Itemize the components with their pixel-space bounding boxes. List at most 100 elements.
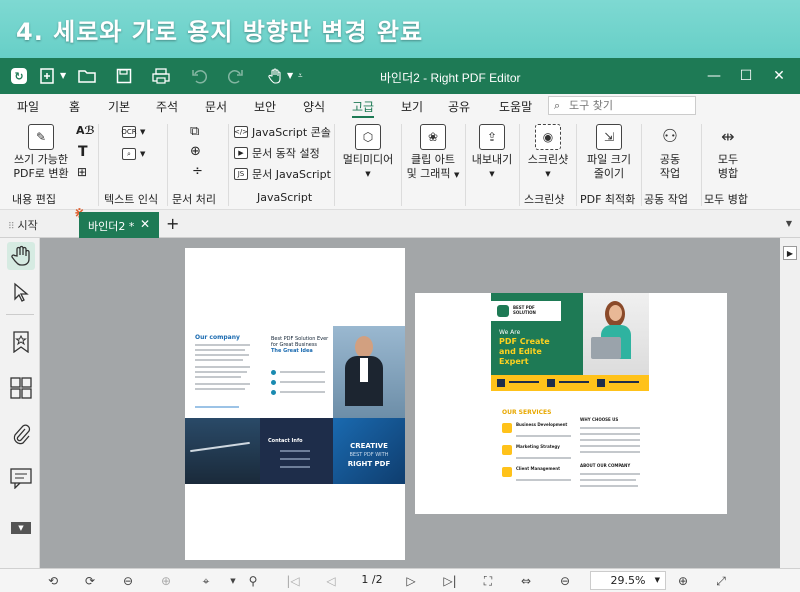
- zoom-next-icon[interactable]: ⊕: [158, 573, 174, 589]
- panel-menu-icon[interactable]: ▼: [7, 514, 35, 542]
- menu-share[interactable]: 공유: [448, 98, 470, 115]
- flyer-and-edite: and Edite: [499, 347, 542, 356]
- brochure-spread: Our company Best PDF Solution Ever for G…: [185, 326, 405, 484]
- page-indicator[interactable]: 1 /2: [352, 572, 392, 589]
- full-screen-icon[interactable]: ⤢: [713, 573, 729, 589]
- fit-width-icon[interactable]: ⇔: [518, 573, 534, 589]
- minimize-icon[interactable]: —: [703, 66, 725, 86]
- save-icon[interactable]: [113, 65, 135, 87]
- group-javascript: JavaScript: [257, 191, 313, 204]
- contact-icon: [597, 379, 605, 387]
- ribbon-separator: [576, 124, 577, 206]
- screenshot-button[interactable]: ◉ 스크린샷 ▼: [521, 124, 575, 181]
- creative-panel: CREATIVE BEST PDF WITH RIGHT PDF: [333, 418, 405, 484]
- close-icon[interactable]: ✕: [768, 66, 790, 86]
- attachment-icon[interactable]: [7, 420, 35, 448]
- menu-basic[interactable]: 기본: [108, 98, 130, 115]
- menu-file[interactable]: 파일: [17, 98, 39, 115]
- text-image-icon[interactable]: ⊞: [77, 165, 87, 179]
- collaboration-button[interactable]: ⚇ 공동 작업: [643, 124, 697, 181]
- menu-security[interactable]: 보안: [254, 98, 276, 115]
- tool-search-input[interactable]: [569, 99, 689, 112]
- tool-search[interactable]: ⌕: [548, 96, 696, 115]
- document-canvas[interactable]: Our company Best PDF Solution Ever for G…: [40, 238, 780, 568]
- app-logo-icon[interactable]: ↻: [8, 65, 30, 87]
- screenshot-dropdown-icon: ▼: [545, 170, 551, 178]
- text-placeholder: [280, 391, 325, 393]
- stamp-icon[interactable]: ⚲: [245, 573, 261, 589]
- zoom-level-select[interactable]: 29.5% ▼: [590, 571, 666, 590]
- tab-list-dropdown-icon[interactable]: ▼: [786, 219, 792, 228]
- text-placeholder: [509, 381, 539, 383]
- new-dropdown-icon[interactable]: ▼: [60, 71, 66, 80]
- text-placeholder: [195, 354, 249, 356]
- group-merge-all: 모두 병합: [704, 193, 748, 206]
- text-placeholder: [195, 344, 250, 346]
- merge-all-button[interactable]: ⇹ 모두 병합: [703, 124, 753, 181]
- zoom-previous-icon[interactable]: ⊖: [120, 573, 136, 589]
- menu-home[interactable]: 홈: [69, 98, 80, 115]
- compress-icon: ⇲: [596, 124, 622, 150]
- comments-icon[interactable]: [7, 464, 35, 492]
- fit-page-icon[interactable]: ⛶: [480, 573, 496, 589]
- first-page-icon[interactable]: |◁: [285, 573, 301, 589]
- thumbnails-icon[interactable]: [7, 374, 35, 402]
- menu-comment[interactable]: 주석: [156, 98, 178, 115]
- hand-dropdown-icon[interactable]: ▼: [287, 71, 293, 80]
- customize-toolbar-icon[interactable]: ⩡: [298, 71, 303, 81]
- tab-start[interactable]: ⠿ 시작: [8, 217, 38, 233]
- menu-view[interactable]: 보기: [401, 98, 423, 115]
- menu-advanced[interactable]: 고급: [352, 98, 375, 118]
- open-folder-icon[interactable]: [76, 65, 98, 87]
- group-text-recognition: 텍스트 인식: [104, 193, 159, 206]
- new-document-icon[interactable]: [36, 65, 58, 87]
- undo-icon[interactable]: [188, 65, 210, 87]
- ocr-search-button[interactable]: ⌕ ▼: [122, 148, 145, 160]
- reduce-file-size-button[interactable]: ⇲ 파일 크기 줄이기: [578, 124, 640, 181]
- hand-icon[interactable]: [7, 242, 35, 270]
- clipart-graphics-button[interactable]: ❀ 클립 아트 및 그래픽 ▼: [402, 124, 464, 182]
- redo-icon[interactable]: [225, 65, 247, 87]
- print-icon[interactable]: [150, 65, 172, 87]
- zoom-in-icon[interactable]: ⊕: [675, 573, 691, 589]
- ocr-search-icon: ⌕: [122, 148, 136, 160]
- doc-action-settings-button[interactable]: ▶ 문서 동작 설정: [234, 145, 320, 161]
- best-pdf-with-text: BEST PDF WITH: [349, 452, 389, 458]
- multimedia-button[interactable]: ⬡ 멀티미디어 ▼: [336, 124, 400, 181]
- extract-pages-icon[interactable]: ⧉: [190, 124, 199, 139]
- vertical-scrollbar[interactable]: ▶: [780, 238, 800, 568]
- previous-page-icon[interactable]: ◁: [323, 573, 339, 589]
- zoom-out-icon[interactable]: ⊖: [557, 573, 573, 589]
- text-placeholder: [195, 371, 247, 373]
- export-button[interactable]: ⇪ 내보내기 ▼: [466, 124, 518, 181]
- ribbon-separator: [701, 124, 702, 206]
- insert-pages-icon[interactable]: ⊕: [190, 144, 201, 159]
- bookmark-icon[interactable]: [7, 328, 35, 356]
- ocr-button[interactable]: OCR ▼: [121, 126, 145, 138]
- convert-writable-pdf-button[interactable]: ✎ 쓰기 가능한 PDF로 변환: [8, 124, 74, 181]
- select-arrow-icon[interactable]: [7, 278, 35, 306]
- marquee-zoom-icon[interactable]: ⌖: [198, 573, 214, 589]
- maximize-icon[interactable]: ☐: [735, 66, 757, 86]
- next-page-icon[interactable]: ▷: [403, 573, 419, 589]
- text-t-icon[interactable]: T: [78, 144, 88, 160]
- add-tab-icon[interactable]: +: [166, 214, 179, 233]
- hand-tool-icon[interactable]: [264, 65, 286, 87]
- js-console-button[interactable]: </> JavaScript 콘솔: [234, 124, 331, 140]
- menu-document[interactable]: 문서: [205, 98, 227, 115]
- right-panel-expand-icon[interactable]: ▶: [783, 246, 797, 260]
- woman-face: [609, 305, 622, 321]
- split-icon[interactable]: ÷: [192, 164, 203, 179]
- rotate-left-icon[interactable]: ⟲: [45, 573, 61, 589]
- text-style-icon[interactable]: Aℬ: [76, 124, 95, 137]
- tab-binder2[interactable]: 바인더2 * ✕: [79, 212, 159, 238]
- menu-forms[interactable]: 양식: [303, 98, 325, 115]
- title-bar: ↻ ▼ ▼ ⩡ 바인더2 - Right PDF Editor — ☐ ✕: [0, 58, 800, 94]
- edit-document-icon: ✎: [28, 124, 54, 150]
- tab-close-icon[interactable]: ✕: [140, 217, 150, 231]
- last-page-icon[interactable]: ▷|: [442, 573, 458, 589]
- menu-help[interactable]: 도움말: [499, 98, 532, 115]
- doc-javascript-button[interactable]: JS 문서 JavaScript: [234, 166, 331, 182]
- rotate-right-icon[interactable]: ⟳: [82, 573, 98, 589]
- zoom-tool-dropdown-icon[interactable]: ▼: [225, 573, 241, 589]
